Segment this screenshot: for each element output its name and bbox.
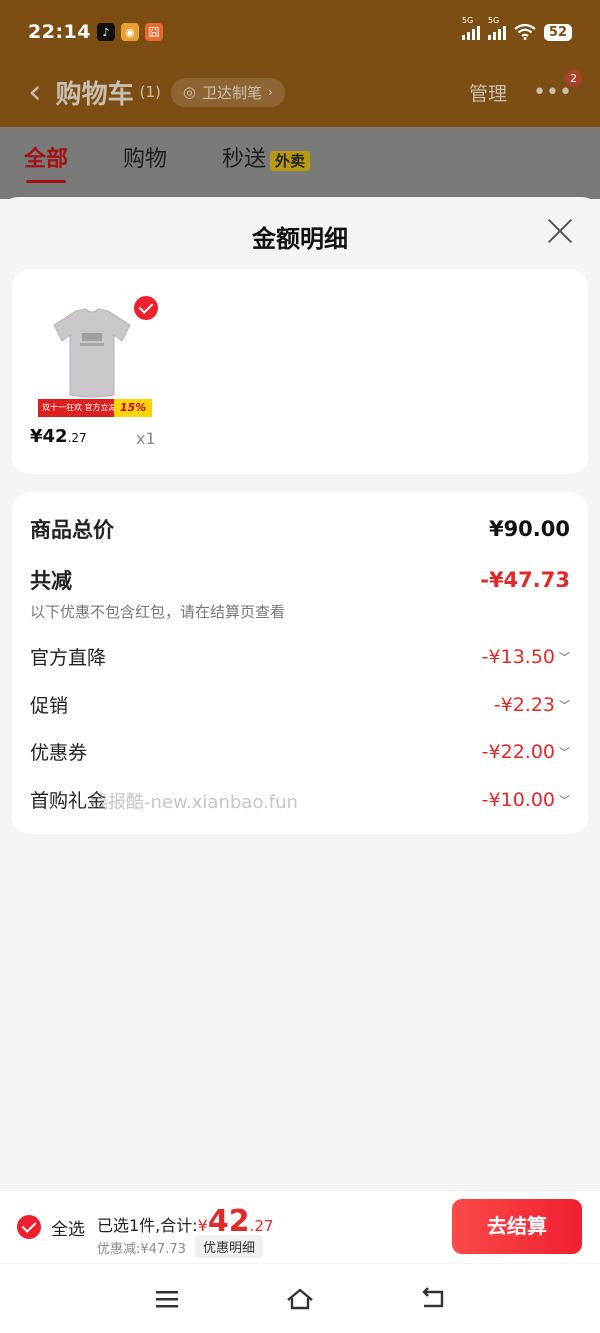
discount-label: 官方直降	[30, 647, 107, 669]
signal-icon-2: 5G	[487, 16, 506, 40]
select-all-check-icon[interactable]	[17, 1215, 41, 1239]
discount-value: -¥13.50	[482, 646, 570, 668]
total-reduction-label: 共减	[30, 569, 72, 593]
address-chip[interactable]: ◎ 卫达制笔 ›	[170, 77, 285, 107]
close-icon[interactable]	[546, 217, 574, 245]
more-button[interactable]: ••• 2	[533, 69, 582, 105]
tab-all[interactable]: 全部	[24, 141, 68, 183]
total-cents: .27	[249, 1217, 274, 1235]
currency-symbol: ¥	[197, 1216, 208, 1235]
checked-icon[interactable]	[134, 296, 158, 320]
discount-row-promotion[interactable]: 促销 -¥2.23	[30, 691, 570, 718]
discount-detail-button[interactable]: 优惠明细	[195, 1235, 264, 1258]
takeaway-badge: 外卖	[270, 151, 311, 171]
app-notification-icon: 囧	[144, 23, 163, 41]
total-reduction-value: -¥47.73	[480, 568, 570, 592]
checkout-button[interactable]: 去结算	[452, 1199, 582, 1254]
total-price-row: 商品总价 ¥90.00	[30, 514, 570, 544]
watermark-text: 线报酷-new.xianbao.fun	[90, 792, 298, 813]
status-bar: 22:14 ♪ ◉ 囧 5G 5G 52	[28, 16, 572, 48]
back-icon[interactable]	[418, 1286, 448, 1312]
discount-row-coupon[interactable]: 优惠券 -¥22.00	[30, 738, 570, 765]
discount-value: -¥2.23	[494, 694, 570, 716]
product-price: ¥42.27	[30, 426, 87, 447]
manage-button[interactable]: 管理	[469, 79, 507, 106]
tab-shopping[interactable]: 购物	[123, 141, 167, 173]
tab-instant[interactable]: 秒送 外卖	[222, 141, 311, 173]
checkout-bar: 全选 已选1件,合计:¥42.27 优惠减:¥47.73 优惠明细 去结算	[0, 1190, 600, 1263]
wifi-icon	[514, 24, 536, 40]
clock: 22:14	[28, 21, 91, 43]
tiktok-icon: ♪	[96, 23, 115, 41]
cart-count: (1)	[139, 83, 161, 101]
page-title: 购物车	[55, 79, 134, 110]
reduction-note: 以下优惠不包含红包，请在结算页查看	[30, 603, 286, 621]
top-header: 22:14 ♪ ◉ 囧 5G 5G 52 ‹ 购物车 (1) ◎ 卫达制笔 › …	[0, 0, 600, 127]
product-thumbnail[interactable]: 双十一狂欢 官方立减 15%	[38, 296, 164, 421]
eye-icon: ◎	[182, 83, 196, 101]
category-tabs: 全部 购物 秒送 外卖	[0, 127, 600, 199]
signal-icon: 5G	[461, 16, 480, 40]
select-all-label[interactable]: 全选	[51, 1215, 85, 1240]
home-icon[interactable]	[285, 1286, 315, 1312]
notification-badge: 2	[565, 69, 582, 87]
discount-value: -¥22.00	[482, 741, 570, 763]
tab-instant-label: 秒送	[222, 147, 267, 172]
discount-label: 促销	[30, 695, 69, 717]
total-price-value: ¥90.00	[488, 517, 570, 541]
tshirt-image	[53, 308, 131, 398]
product-card: 双十一狂欢 官方立减 15% ¥42.27 x1	[12, 269, 588, 474]
chevron-right-icon: ›	[267, 85, 273, 99]
promo-percent-badge: 15%	[114, 399, 152, 417]
discount-summary: 优惠减:¥47.73	[97, 1242, 186, 1257]
menu-icon[interactable]	[153, 1286, 183, 1312]
product-quantity: x1	[136, 429, 156, 448]
nav-row: ‹ 购物车 (1) ◎ 卫达制笔 › 管理 ••• 2	[28, 66, 582, 118]
address-text: 卫达制笔	[201, 83, 262, 102]
amount-detail-sheet: 金额明细 双十一狂欢 官方立减 15% ¥42.27 x1 商品总价 ¥90.0…	[0, 197, 600, 1333]
total-price-label: 商品总价	[30, 518, 114, 542]
discount-label: 优惠券	[30, 742, 88, 764]
total-summary: 已选1件,合计:¥42.27	[97, 1204, 273, 1239]
back-arrow-icon[interactable]: ‹	[28, 75, 42, 109]
total-amount: 42	[207, 1204, 250, 1239]
weibo-icon: ◉	[120, 23, 139, 41]
total-reduction-row: 共减 -¥47.73	[30, 565, 570, 595]
discount-row-official[interactable]: 官方直降 -¥13.50	[30, 643, 570, 670]
system-nav-bar	[0, 1264, 600, 1333]
selected-count-text: 已选1件,合计:	[97, 1216, 198, 1235]
sheet-title: 金额明细	[252, 225, 348, 253]
discount-value: -¥10.00	[482, 789, 570, 811]
battery-indicator: 52	[543, 23, 572, 41]
price-breakdown-card: 商品总价 ¥90.00 共减 -¥47.73 以下优惠不包含红包，请在结算页查看…	[12, 492, 588, 834]
